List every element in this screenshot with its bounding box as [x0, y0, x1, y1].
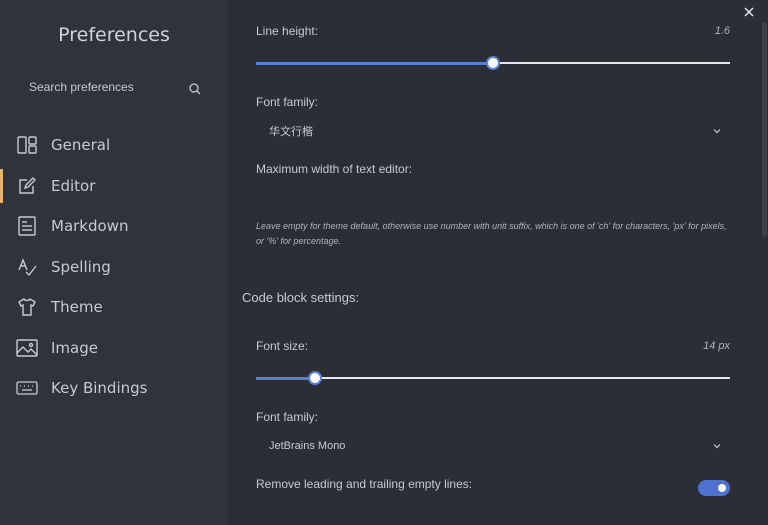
max-width-label: Maximum width of text editor: [256, 162, 413, 176]
font-family-select[interactable]: 华文行楷 [256, 119, 730, 143]
chevron-down-icon [713, 444, 721, 449]
code-font-family-value: JetBrains Mono [269, 440, 346, 452]
sidebar-item-editor[interactable]: Editor [0, 166, 228, 207]
chevron-down-icon [713, 129, 721, 134]
max-width-hint: Leave empty for theme default, otherwise… [256, 221, 727, 246]
spelling-icon [16, 256, 38, 278]
code-block-section-title: Code block settings: [242, 290, 360, 305]
slider-fill [256, 62, 493, 65]
slider-track [256, 377, 730, 379]
image-icon [16, 337, 38, 359]
keyboard-icon [16, 377, 38, 399]
search-box[interactable] [20, 75, 212, 99]
slider-fill [256, 377, 316, 380]
sidebar-item-theme[interactable]: Theme [0, 287, 228, 328]
sidebar-item-label: Key Bindings [51, 379, 148, 398]
code-font-size-slider[interactable] [256, 371, 730, 385]
trim-lines-label: Remove leading and trailing empty lines: [256, 477, 473, 491]
sidebar-item-general[interactable]: General [0, 125, 228, 166]
max-width-input[interactable] [256, 186, 734, 214]
sidebar-item-label: Theme [51, 298, 103, 317]
code-font-size-label: Font size: [256, 339, 309, 353]
sidebar-item-label: Spelling [51, 257, 111, 276]
font-family-value: 华文行楷 [269, 126, 313, 138]
trim-lines-toggle[interactable] [698, 480, 730, 496]
general-icon [16, 134, 38, 156]
sidebar-item-key-bindings[interactable]: Key Bindings [0, 368, 228, 409]
scrollbar[interactable] [762, 22, 767, 237]
sidebar-item-label: Image [51, 338, 98, 357]
code-font-family-label: Font family: [256, 410, 319, 424]
search-icon[interactable] [188, 82, 202, 96]
line-height-slider[interactable] [256, 56, 730, 70]
sidebar-item-label: Editor [51, 176, 96, 195]
close-icon[interactable] [742, 5, 756, 19]
line-height-value: 1.6 [714, 25, 730, 37]
line-height-label: Line height: [256, 24, 319, 38]
sidebar-item-markdown[interactable]: Markdown [0, 206, 228, 247]
editor-icon [16, 175, 38, 197]
font-family-label: Font family: [256, 95, 319, 109]
slider-thumb[interactable] [486, 56, 500, 70]
code-font-family-select[interactable]: JetBrains Mono [256, 434, 730, 458]
sidebar-item-label: Markdown [51, 217, 129, 236]
settings-panel: Line height: 1.6 Font family: 华文行楷 Maxim… [228, 0, 768, 525]
sidebar-item-image[interactable]: Image [0, 328, 228, 369]
code-font-size-value: 14 px [703, 340, 730, 352]
search-input[interactable] [20, 80, 188, 94]
sidebar-title: Preferences [58, 24, 170, 46]
markdown-icon [16, 215, 38, 237]
toggle-knob [718, 484, 726, 492]
sidebar-item-label: General [51, 136, 111, 155]
sidebar-item-spelling[interactable]: Spelling [0, 247, 228, 288]
theme-icon [16, 296, 38, 318]
sidebar-nav: General Editor Markdown Spelling Theme I… [0, 125, 228, 409]
slider-thumb[interactable] [308, 371, 323, 385]
sidebar: Preferences General Editor [0, 0, 228, 525]
